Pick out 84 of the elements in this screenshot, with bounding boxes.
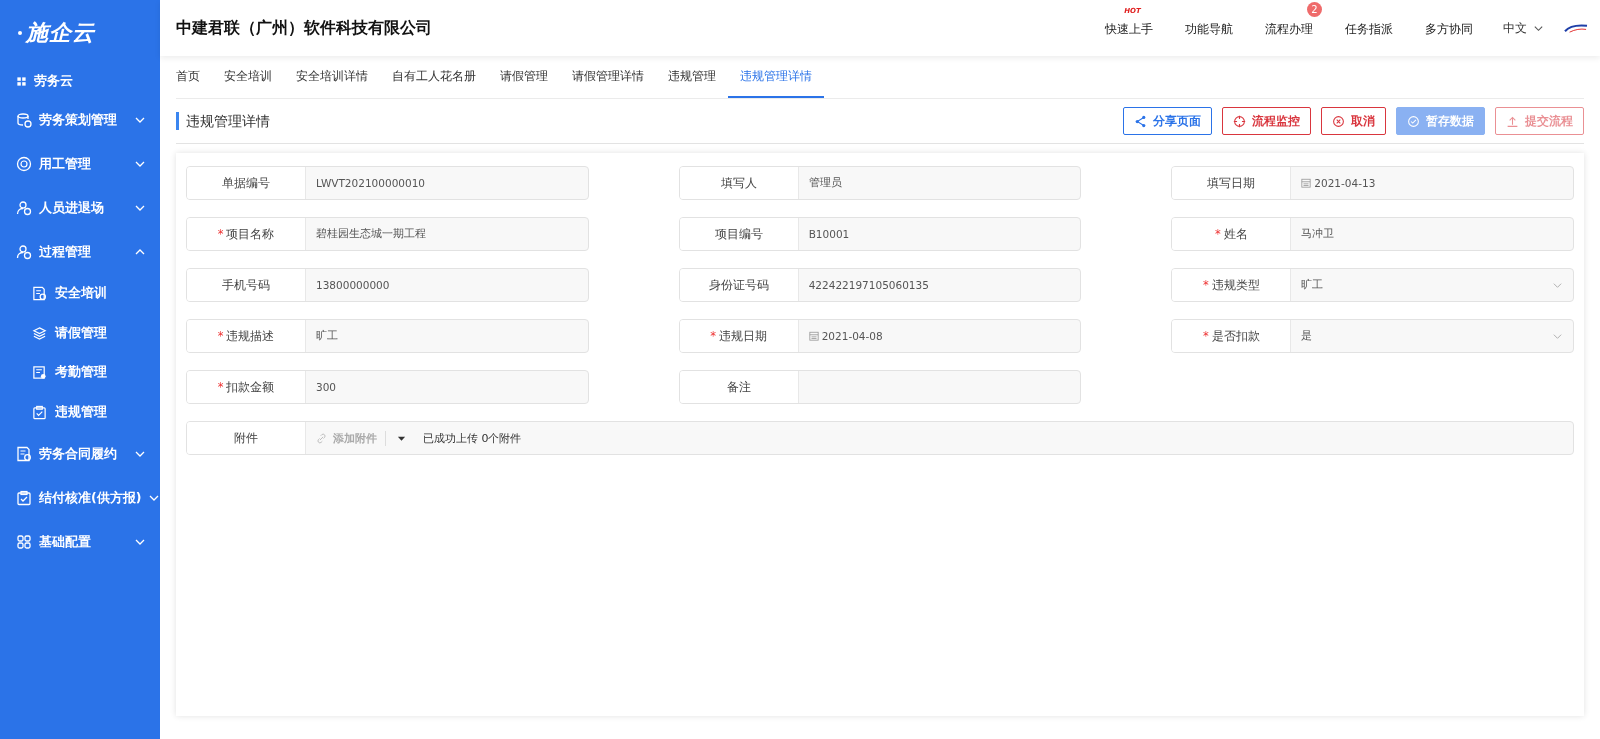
page-title: 违规管理详情 [176, 112, 1113, 130]
share-icon [1134, 114, 1147, 128]
field-label: 身份证号码 [679, 269, 799, 301]
field-label: * 违规类型 [1172, 269, 1292, 301]
tab[interactable]: 请假管理 [488, 56, 560, 98]
field-label: * 项目名称 [187, 218, 306, 250]
monitor-button[interactable]: 流程监控 [1222, 107, 1311, 135]
menu-icon [16, 446, 32, 462]
menu-icon [16, 534, 32, 550]
input-field[interactable]: * 姓名 马冲卫 [1171, 217, 1574, 251]
nav-link[interactable]: 功能导航 [1185, 22, 1233, 36]
sidebar-item[interactable]: 结付核准(供方报) [0, 476, 160, 520]
upload-icon [1506, 114, 1519, 128]
input-field[interactable]: 单据编号 LWVT202100000010 [186, 166, 589, 200]
calendar-icon [1301, 178, 1312, 188]
input-field[interactable]: 填写人 管理员 [678, 166, 1082, 200]
nav-link[interactable]: 任务指派 [1345, 22, 1393, 36]
field-label: 填写日期 [1172, 167, 1292, 199]
menu-icon [32, 365, 47, 381]
language-select[interactable]: 中文 [1503, 19, 1544, 37]
field-label: 填写人 [679, 167, 799, 199]
company-name: 中建君联（广州）软件科技有限公司 [176, 17, 433, 39]
close-icon [1332, 114, 1345, 128]
sidebar-item[interactable]: 用工管理 [0, 142, 160, 186]
sidebar-subitem[interactable]: 请假管理 [0, 313, 160, 353]
field-label: * 姓名 [1172, 218, 1292, 250]
brand-logo-icon [1564, 22, 1588, 34]
date-field[interactable]: 填写日期 2021-04-13 [1171, 166, 1574, 200]
field-label: 单据编号 [187, 167, 306, 199]
upload-status: 已成功上传 0个附件 [423, 430, 522, 446]
crosshair-icon [1233, 114, 1246, 128]
input-field[interactable]: * 扣款金额 300 [186, 370, 589, 404]
menu-icon [16, 112, 32, 128]
count-badge: 2 [1307, 2, 1322, 17]
tab[interactable]: 首页 [176, 56, 212, 98]
input-field[interactable]: 身份证号码 422422197105060135 [678, 268, 1082, 302]
select-field[interactable]: * 违规类型 旷工 [1171, 268, 1574, 302]
calendar-icon [808, 331, 819, 341]
menu-icon [32, 404, 47, 420]
field-label: * 违规描述 [187, 320, 306, 352]
sidebar-subitem[interactable]: 安全培训 [0, 274, 160, 314]
nav-link[interactable]: 多方协同 [1425, 22, 1473, 36]
tab[interactable]: 请假管理详情 [560, 56, 656, 98]
menu-icon [32, 325, 47, 341]
cancel-button[interactable]: 取消 [1321, 107, 1386, 135]
menu-icon [16, 75, 27, 87]
sidebar-item[interactable]: 劳务策划管理 [0, 98, 160, 142]
input-field[interactable]: 项目编号 B10001 [678, 217, 1082, 251]
field-label: 备注 [679, 371, 799, 403]
sidebar-item[interactable]: 过程管理 [0, 230, 160, 274]
sidebar-subitem[interactable]: 违规管理 [0, 392, 160, 432]
share-button[interactable]: 分享页面 [1123, 107, 1212, 135]
tab[interactable]: 违规管理详情 [728, 56, 824, 98]
nav-link[interactable]: 快速上手 [1105, 22, 1153, 36]
menu-icon [16, 156, 32, 172]
field-label: * 扣款金额 [187, 371, 306, 403]
date-field[interactable]: * 违规日期 2021-04-08 [678, 319, 1082, 353]
nav-link[interactable]: 流程办理 [1265, 22, 1313, 36]
tab[interactable]: 自有工人花名册 [380, 56, 488, 98]
field-label: 附件 [187, 422, 306, 454]
check-icon [1407, 114, 1420, 128]
input-field[interactable]: 备注 [678, 370, 1082, 404]
field-label: * 是否扣款 [1172, 320, 1292, 352]
input-field[interactable]: * 违规描述 旷工 [186, 319, 589, 353]
tab[interactable]: 安全培训详情 [284, 56, 380, 98]
field-label: 手机号码 [187, 269, 306, 301]
link-icon [316, 432, 327, 444]
tab[interactable]: 安全培训 [212, 56, 284, 98]
app-logo: 施企云 [26, 19, 95, 47]
input-field[interactable]: * 项目名称 碧桂园生态城一期工程 [186, 217, 589, 251]
input-field[interactable]: 手机号码 13800000000 [186, 268, 589, 302]
field-label: 项目编号 [679, 218, 799, 250]
field-label: * 违规日期 [679, 320, 799, 352]
select-field[interactable]: * 是否扣款 是 [1171, 319, 1574, 353]
sidebar-item[interactable]: 劳务云 [0, 66, 160, 96]
menu-icon [16, 244, 32, 260]
tab[interactable]: 违规管理 [656, 56, 728, 98]
sidebar-item[interactable]: 基础配置 [0, 520, 160, 564]
sidebar-item[interactable]: 劳务合同履约 [0, 432, 160, 476]
menu-icon [32, 286, 47, 302]
sidebar-subitem[interactable]: 考勤管理 [0, 353, 160, 393]
menu-icon [16, 200, 32, 216]
sidebar-item[interactable]: 人员进退场 [0, 186, 160, 230]
menu-icon [16, 490, 32, 506]
